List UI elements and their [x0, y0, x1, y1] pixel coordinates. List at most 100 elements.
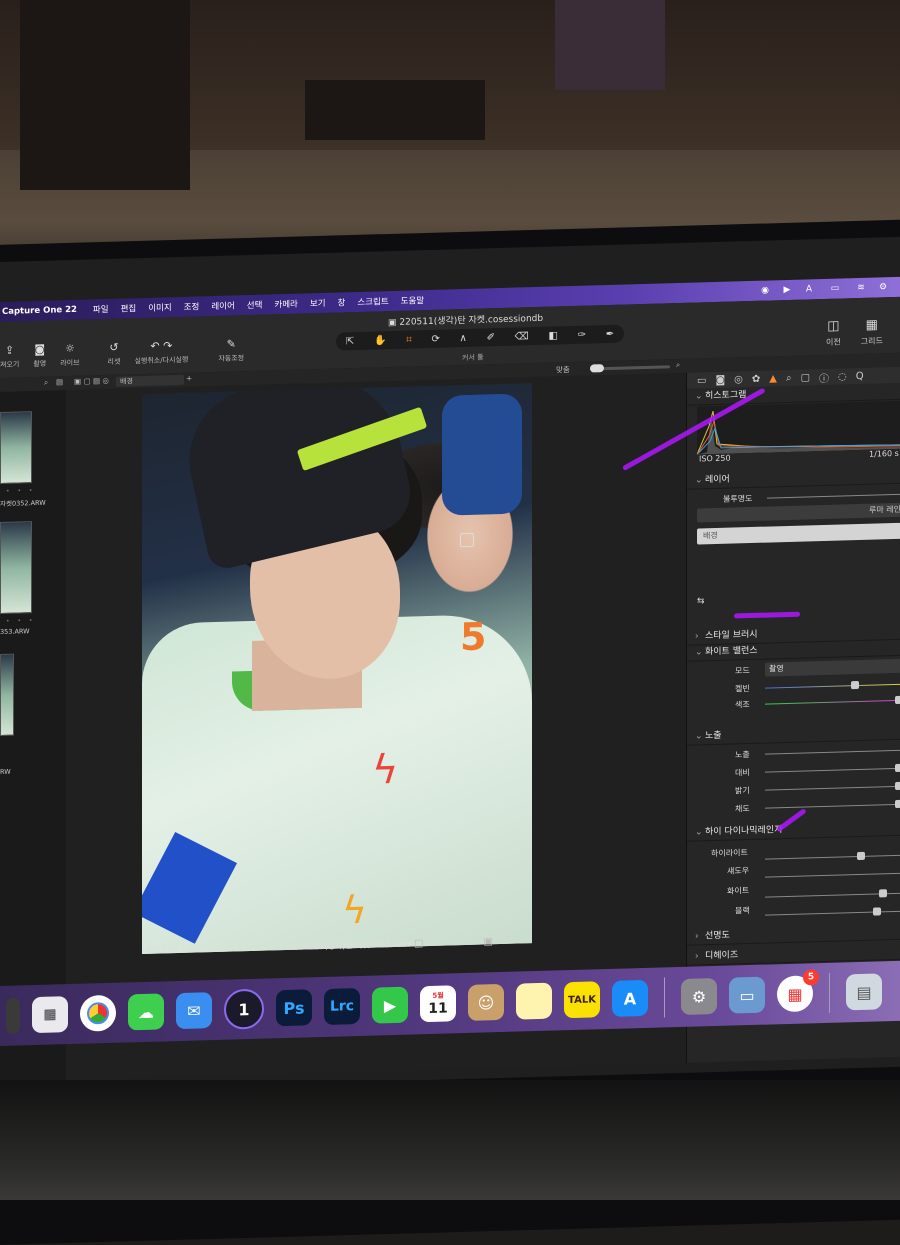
black-slider-handle[interactable] — [873, 907, 881, 916]
input-source-icon[interactable]: A — [804, 284, 814, 294]
before-button[interactable]: ◫ 이전 — [826, 319, 841, 348]
rating-dots[interactable]: • • • — [6, 617, 35, 625]
calendar-icon[interactable]: 5월 11 — [420, 985, 456, 1023]
menu-edit[interactable]: 편집 — [115, 302, 143, 315]
zoom-fit-label[interactable]: 맞춤 — [556, 364, 570, 375]
lens-tab-icon[interactable]: ◎ — [734, 374, 743, 385]
contacts-icon[interactable]: ☺ — [468, 983, 504, 1021]
highlight-slider[interactable] — [765, 854, 900, 860]
reset-button[interactable]: ↺ 리셋 — [108, 341, 121, 367]
add-layer-icon[interactable]: + — [186, 374, 192, 383]
kelvin-slider[interactable] — [765, 683, 900, 689]
search-tab-icon[interactable]: Q — [856, 370, 864, 381]
capture-one-icon[interactable]: 1 — [224, 988, 264, 1030]
highlight-slider-handle[interactable] — [857, 851, 865, 861]
opacity-slider[interactable] — [767, 493, 900, 499]
annotate-tool-icon[interactable]: ✒ — [606, 328, 614, 339]
tint-slider[interactable] — [765, 699, 900, 705]
brush-tool-icon[interactable]: ✐ — [487, 332, 495, 343]
auto-adjust-button[interactable]: ✎ 자동조정 — [218, 337, 244, 364]
gradient-tool-icon[interactable]: ◧ — [549, 330, 558, 341]
kelvin-slider-handle[interactable] — [851, 681, 859, 690]
batch-tab-icon[interactable]: ◌ — [838, 371, 847, 382]
rotate-tool-icon[interactable]: ⟳ — [431, 333, 439, 344]
search-icon[interactable]: ⌕ — [44, 378, 48, 388]
play-icon[interactable]: ▶ — [782, 285, 792, 295]
menu-select[interactable]: 선택 — [241, 299, 269, 312]
layer-options-icon[interactable]: ⇆ — [697, 596, 705, 606]
rating-dots[interactable]: • • • — [6, 487, 35, 495]
system-preferences-icon[interactable]: ⚙ — [681, 977, 717, 1015]
wifi-icon[interactable]: ≋ — [856, 283, 866, 293]
capture-tab-icon[interactable]: ◙ — [715, 374, 725, 385]
meta-tab-icon[interactable]: ⓘ — [819, 369, 829, 384]
pan-hand-icon[interactable]: ✋ — [374, 335, 386, 346]
shadow-slider[interactable] — [765, 872, 900, 878]
brightness-slider[interactable] — [765, 785, 900, 791]
grid-button[interactable]: ▦ 그리드 — [861, 317, 883, 347]
menu-script[interactable]: 스크립트 — [351, 295, 394, 308]
exposure-header[interactable]: ⌄ 노출 — [687, 722, 900, 746]
battery-icon[interactable]: ▭ — [826, 283, 844, 294]
brightness-slider-handle[interactable] — [895, 781, 900, 791]
eraser-tool-icon[interactable]: ⌫ — [515, 331, 529, 342]
focus-mask-icon[interactable]: ▣ — [483, 936, 492, 947]
live-button[interactable]: ☼ 라이브 — [60, 342, 79, 369]
menu-view[interactable]: 보기 — [304, 297, 332, 310]
launchpad-icon[interactable]: ▦ — [32, 996, 68, 1034]
contrast-slider[interactable] — [765, 767, 900, 773]
thumbnail[interactable] — [0, 411, 32, 484]
layer-header[interactable]: ⌄ 레이어 — [687, 466, 900, 490]
undo-redo-button[interactable]: ↶ ↷ 실행취소/다시실행 — [134, 339, 188, 367]
menu-adjust[interactable]: 조정 — [178, 300, 206, 313]
keystone-tool-icon[interactable]: ∧ — [460, 332, 467, 343]
menu-camera[interactable]: 카메라 — [268, 298, 303, 311]
menu-window[interactable]: 창 — [332, 296, 352, 309]
capture-button[interactable]: ◙ 촬영 — [33, 343, 46, 369]
layer-select[interactable]: 배경 — [116, 374, 184, 387]
menu-image[interactable]: 이미지 — [142, 301, 177, 314]
clarity-header[interactable]: › 선명도 — [687, 922, 900, 946]
zoom-slider-handle[interactable] — [590, 364, 604, 373]
thumbnail[interactable] — [0, 521, 32, 614]
app-name[interactable]: Capture One 22 — [0, 305, 87, 317]
messages-icon[interactable]: ☁ — [128, 993, 164, 1031]
chrome-icon[interactable] — [80, 994, 116, 1032]
zoom-magnifier-icon[interactable]: ⌕ — [676, 360, 680, 370]
library-tab-icon[interactable]: ▭ — [697, 375, 706, 386]
lightroom-classic-icon[interactable]: Lrc — [324, 987, 360, 1025]
crop-tool-icon[interactable]: ⌗ — [406, 334, 412, 345]
proof-margin-icon[interactable]: □ — [414, 938, 423, 949]
downloads-folder-icon[interactable]: ▤ — [846, 973, 882, 1011]
picker-tool-icon[interactable]: ✑ — [578, 329, 586, 340]
sort-icon[interactable]: ▤ — [56, 377, 63, 386]
mail-icon[interactable]: ✉ — [176, 992, 212, 1030]
photoshop-icon[interactable]: Ps — [276, 989, 312, 1027]
color-tab-icon[interactable]: ✿ — [752, 373, 760, 384]
layer-list-item[interactable]: 배경 — [697, 522, 900, 545]
dock-app-partial[interactable] — [6, 997, 20, 1034]
import-button[interactable]: ⇪ 져오기 — [0, 343, 19, 370]
luma-range-button[interactable]: 루마 레인 — [697, 502, 900, 523]
facetime-icon[interactable]: ▶ — [372, 986, 408, 1024]
saturation-slider[interactable] — [765, 803, 900, 809]
adjust-tab-icon[interactable]: ▢ — [801, 372, 810, 383]
wb-mode-select[interactable]: 촬영 — [765, 658, 900, 677]
details-tab-icon[interactable]: ⌕ — [786, 372, 792, 383]
record-icon[interactable]: ◉ — [760, 285, 770, 296]
menu-help[interactable]: 도움말 — [395, 294, 430, 307]
preview-icon[interactable]: ▭ — [729, 976, 765, 1014]
installer-icon[interactable]: ▦ 5 — [777, 969, 819, 1013]
contrast-slider-handle[interactable] — [895, 763, 900, 773]
view-mode-icons[interactable]: ▣ ▢ ▤ ◎ — [74, 376, 109, 386]
main-photo[interactable]: 5 ϟ ϟ — [142, 383, 532, 955]
white-slider-handle[interactable] — [879, 889, 887, 898]
overlay-marker-icon[interactable] — [460, 532, 474, 548]
exposure-tab-icon[interactable]: ▲ — [769, 373, 777, 384]
menu-layer[interactable]: 레이어 — [205, 299, 240, 312]
app-store-icon[interactable]: A — [612, 979, 648, 1017]
thumbnail[interactable] — [0, 653, 14, 736]
notes-icon[interactable] — [516, 982, 552, 1020]
exposure-slider[interactable] — [765, 749, 900, 755]
menu-file[interactable]: 파일 — [87, 303, 115, 316]
